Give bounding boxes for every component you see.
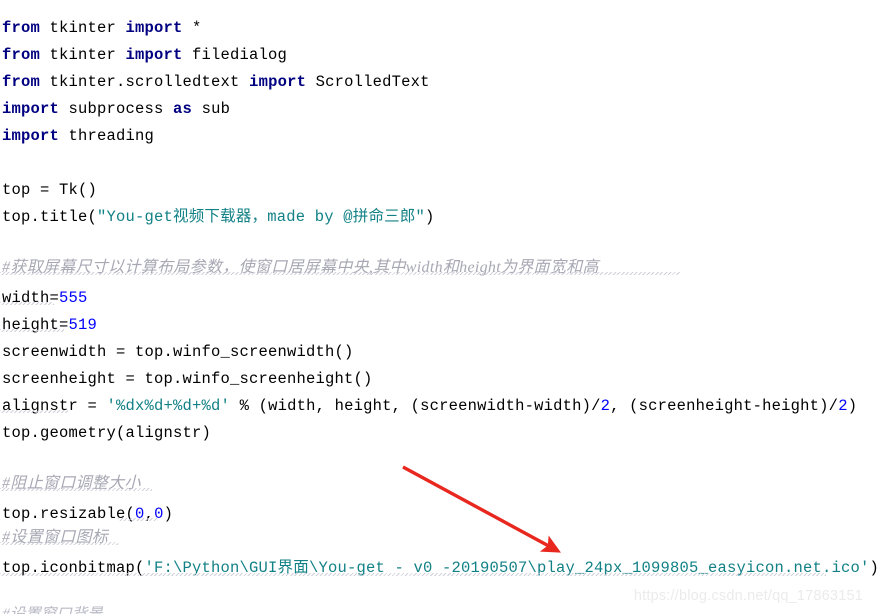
code-token-plain: filedialog [182,46,288,64]
clipped-bottom-code-line: #设置窗口背景 [2,605,103,614]
code-line-21[interactable]: top.iconbitmap('F:\Python\GUI界面\You-get … [2,558,877,578]
code-line-8[interactable]: top.title("You-get视频下载器，made by @拼命三郎") [2,207,435,227]
code-token-plain: threading [59,127,155,145]
code-line-15[interactable]: alignstr = '%dx%d+%d+%d' % (width, heigh… [2,396,857,416]
code-token-kw: import [125,19,183,37]
code-token-num: 519 [68,316,98,334]
code-token-kw: import [2,127,60,145]
code-token-plain: ) [847,397,858,415]
code-token-plain: top.resizable( [2,505,136,523]
code-token-plain: height= [2,316,69,334]
code-token-kw: import [2,100,60,118]
code-token-plain: % (width, height, (screenwidth-width)/ [230,397,601,415]
code-token-cmt: #设置窗口图标 [2,529,109,546]
code-token-num: 2 [838,397,848,415]
code-token-plain: ScrolledText [306,73,430,91]
code-token-kw: from [2,19,41,37]
code-token-kw: import [125,46,183,64]
code-line-12[interactable]: height=519 [2,315,97,335]
code-line-5[interactable]: import threading [2,126,154,146]
code-token-plain: subprocess [59,100,174,118]
code-line-16[interactable]: top.geometry(alignstr) [2,423,211,443]
code-token-plain: tkinter [40,46,126,64]
code-token-cmt: #阻止窗口调整大小 [2,475,141,492]
code-token-kw: as [173,100,193,118]
code-token-plain: * [182,19,202,37]
code-token-plain: tkinter.scrolledtext [40,73,250,91]
code-line-19[interactable]: top.resizable(0,0) [2,504,173,524]
code-line-7[interactable]: top = Tk() [2,180,97,200]
code-token-num: 2 [600,397,611,415]
code-token-kw: from [2,46,41,64]
code-token-plain: screenheight = top.winfo_screenheight() [2,370,373,388]
code-token-plain: tkinter [40,19,126,37]
code-token-str: '%dx%d+%d+%d' [106,397,231,415]
code-token-plain: top.title( [2,208,98,226]
code-token-num: 0 [154,505,164,523]
code-token-cmt: #获取屏幕尺寸以计算布局参数，使窗口居屏幕中央,其中width和height为界… [2,259,599,276]
code-line-20[interactable]: #设置窗口图标 [2,528,108,548]
code-line-14[interactable]: screenheight = top.winfo_screenheight() [2,369,373,389]
code-token-plain: , (screenheight-height)/ [610,397,839,415]
code-line-3[interactable]: from tkinter.scrolledtext import Scrolle… [2,72,430,92]
code-line-11[interactable]: width=555 [2,288,88,308]
code-line-10[interactable]: #获取屏幕尺寸以计算布局参数，使窗口居屏幕中央,其中width和height为界… [2,258,599,278]
code-token-plain: ) [425,208,435,226]
code-line-1[interactable]: from tkinter import * [2,18,202,38]
code-token-num: 555 [59,289,88,307]
code-token-plain: screenwidth = top.winfo_screenwidth() [2,343,354,361]
code-token-plain: ) [870,559,877,577]
code-token-plain: ) [163,505,174,523]
code-token-plain: top = Tk() [2,181,98,199]
code-token-plain: width= [2,289,60,307]
code-token-plain: sub [192,100,231,118]
code-line-4[interactable]: import subprocess as sub [2,99,230,119]
code-token-plain: , [144,505,155,523]
code-token-plain: top.geometry(alignstr) [2,424,212,442]
code-line-18[interactable]: #阻止窗口调整大小 [2,474,141,494]
csdn-watermark: https://blog.csdn.net/qq_17863151 [633,588,863,604]
code-token-kw: from [2,73,41,91]
code-token-kw: import [249,73,307,91]
code-token-str: 'F:\Python\GUI界面\You-get - v0 -20190507\… [144,559,870,577]
code-token-plain: alignstr = [2,397,107,415]
code-token-str: "You-get视频下载器，made by @拼命三郎" [97,208,426,226]
code-editor-canvas: from tkinter import * from tkinter import… [0,0,877,614]
code-line-13[interactable]: screenwidth = top.winfo_screenwidth() [2,342,354,362]
code-line-2[interactable]: from tkinter import filedialog [2,45,287,65]
code-token-num: 0 [135,505,145,523]
code-token-plain: top.iconbitmap( [2,559,145,577]
